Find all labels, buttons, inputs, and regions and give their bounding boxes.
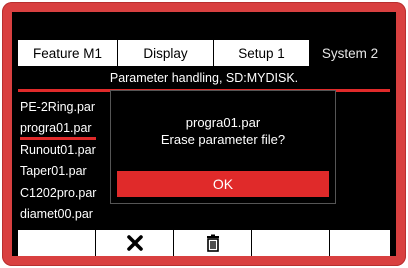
delete-softkey[interactable]: [174, 230, 252, 256]
list-item[interactable]: PE-2Ring.par: [20, 97, 120, 118]
list-item-selected[interactable]: progra01.par: [20, 118, 120, 141]
list-item[interactable]: diamet00.par: [20, 204, 120, 225]
softkey-5[interactable]: [330, 230, 390, 256]
screen: Feature M1 Display Setup 1 System 2 Para…: [12, 12, 396, 256]
device-frame: Feature M1 Display Setup 1 System 2 Para…: [2, 2, 406, 266]
list-item[interactable]: Runout01.par: [20, 140, 120, 161]
softkey-bar: [18, 230, 390, 256]
ok-button[interactable]: OK: [117, 171, 329, 197]
list-item[interactable]: Taper01.par: [20, 161, 120, 182]
tab-feature-m1[interactable]: Feature M1: [18, 40, 118, 66]
tab-display[interactable]: Display: [118, 40, 214, 66]
trash-icon: [206, 234, 219, 252]
close-icon: [126, 235, 143, 251]
dialog-filename: progra01.par: [185, 115, 261, 130]
dialog-question: Erase parameter file?: [160, 132, 286, 147]
cancel-softkey[interactable]: [96, 230, 174, 256]
tab-bar: Feature M1 Display Setup 1 System 2: [18, 40, 390, 66]
file-list: PE-2Ring.par progra01.par Runout01.par T…: [20, 97, 120, 225]
tab-setup-1[interactable]: Setup 1: [214, 40, 310, 66]
page-subtitle: Parameter handling, SD:MYDISK.: [109, 71, 299, 85]
softkey-4[interactable]: [252, 230, 330, 256]
softkey-1[interactable]: [18, 230, 96, 256]
list-item[interactable]: C1202pro.par: [20, 183, 120, 204]
tab-system-2[interactable]: System 2: [310, 40, 390, 66]
erase-dialog: progra01.par Erase parameter file? OK: [110, 90, 336, 204]
